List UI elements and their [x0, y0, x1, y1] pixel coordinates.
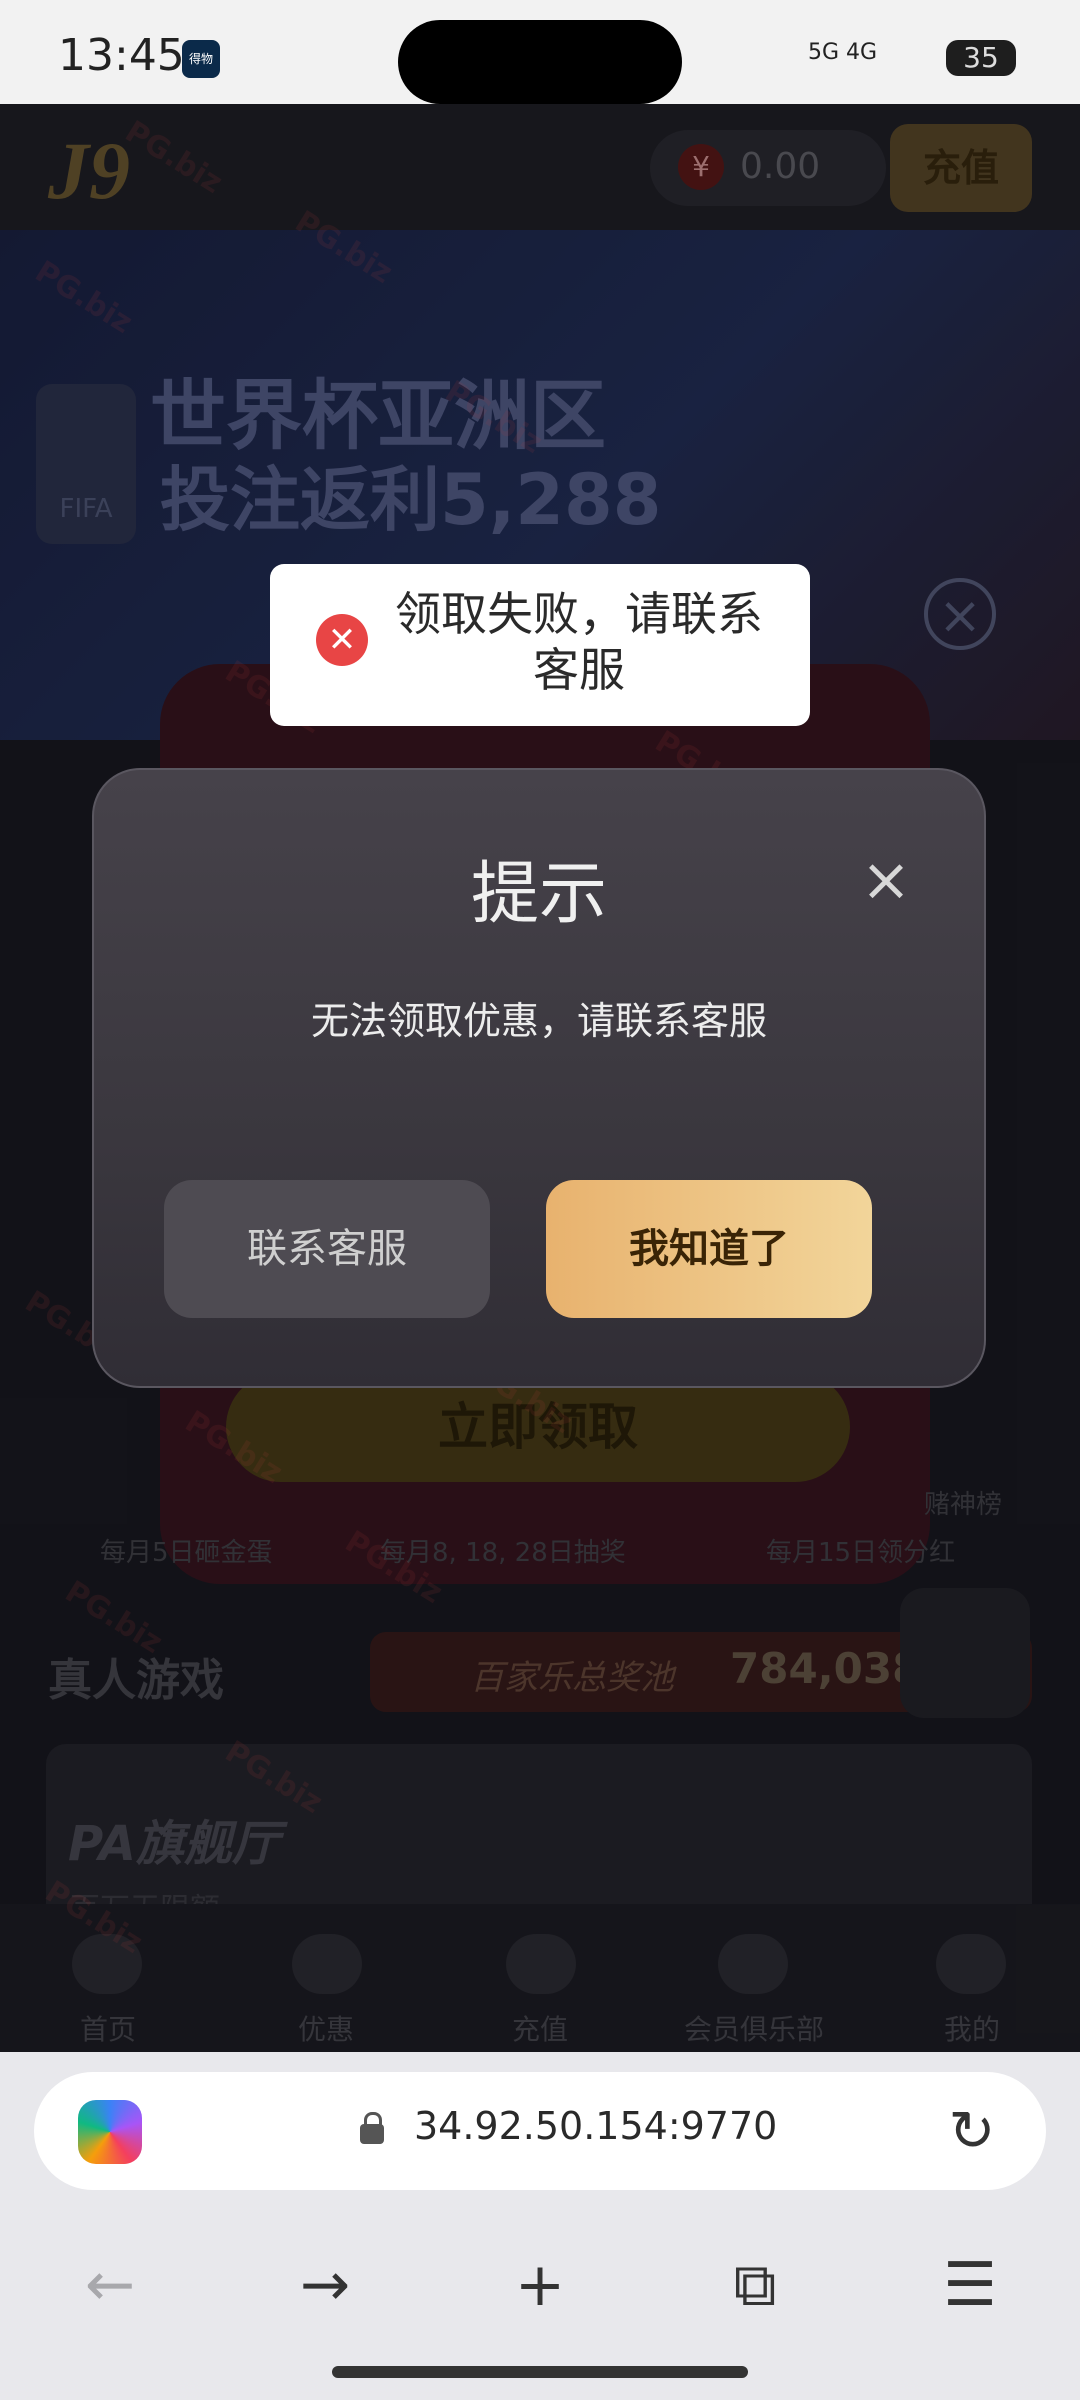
home-indicator[interactable]	[332, 2366, 748, 2378]
tabs-icon[interactable]: ⧉	[715, 2250, 795, 2320]
menu-icon[interactable]: ☰	[930, 2250, 1010, 2320]
battery-icon: 35	[946, 40, 1016, 76]
signal-icon: 5G 4G	[808, 40, 878, 65]
status-time: 13:45	[58, 30, 185, 81]
back-icon[interactable]: ←	[70, 2250, 150, 2320]
url-text[interactable]: 34.92.50.154:9770	[414, 2104, 777, 2148]
error-x-icon: ✕	[316, 614, 368, 666]
contact-support-button[interactable]: 联系客服	[164, 1180, 490, 1318]
copilot-icon[interactable]	[78, 2100, 142, 2164]
forward-icon[interactable]: →	[285, 2250, 365, 2320]
toast-message: 领取失败，请联系客服	[395, 587, 763, 697]
new-tab-icon[interactable]: +	[500, 2250, 580, 2320]
dialog-message: 无法领取优惠，请联系客服	[310, 999, 767, 1043]
acknowledge-button[interactable]: 我知道了	[546, 1180, 872, 1318]
close-icon[interactable]: ×	[858, 850, 914, 910]
camera-notch	[398, 20, 682, 104]
reload-icon[interactable]: ↻	[940, 2100, 1004, 2164]
dialog-title: 提示	[470, 855, 607, 934]
notification-app-icon: 得物	[182, 40, 220, 78]
lock-icon-body[interactable]	[360, 2124, 384, 2144]
